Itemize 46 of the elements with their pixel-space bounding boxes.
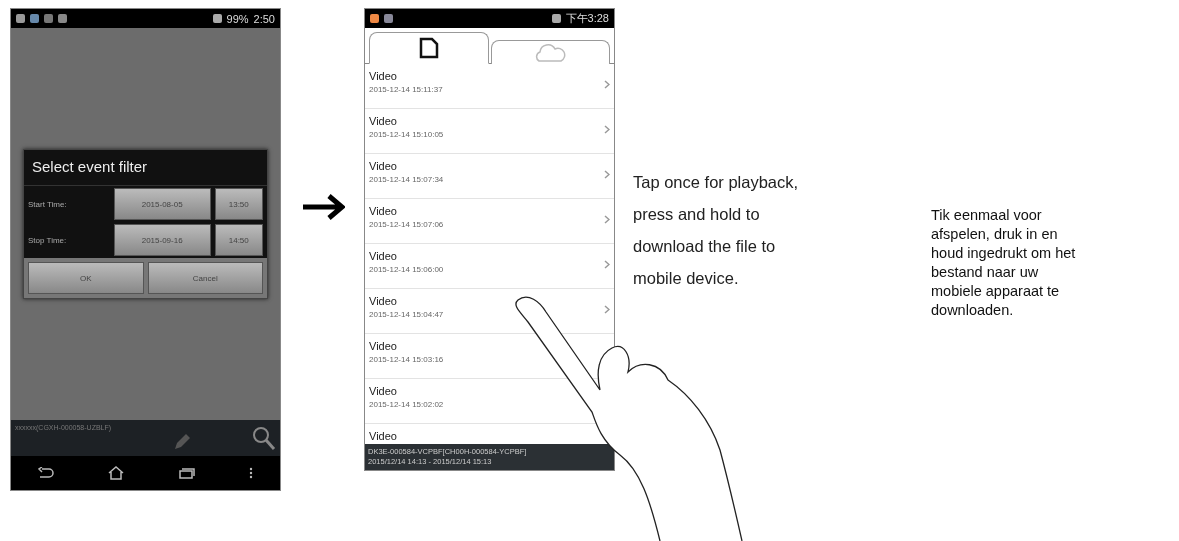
video-time: 2015-12-14 15:03:16 (369, 355, 444, 365)
recent-apps-icon[interactable] (178, 467, 195, 479)
video-title[interactable]: Video (369, 70, 443, 83)
tab[interactable] (369, 32, 489, 64)
dialog-button[interactable]: Cancel (147, 262, 263, 294)
cloud-icon (533, 42, 568, 63)
date-picker[interactable]: 2015-09-16 (113, 224, 211, 256)
right-arrow-icon (300, 193, 345, 221)
back-icon[interactable] (38, 467, 55, 479)
video-title[interactable]: Video (369, 160, 444, 173)
video-time: 2015-12-14 15:06:00 (369, 265, 444, 275)
video-title[interactable]: Video (369, 250, 444, 263)
more-icon[interactable] (248, 467, 253, 479)
instruction-text: Tik eenmaal voor afspelen, druk in en houd ingedrukt om het bestand naar uw mobiele apparaat te downloaden. (931, 206, 1077, 320)
field-label: Stop Time: (28, 235, 68, 245)
search-icon[interactable] (252, 426, 276, 452)
chevron-icon (604, 125, 610, 134)
chevron-icon (604, 80, 610, 89)
video-time: 2015-12-14 15:02:02 (369, 400, 444, 410)
dialog-title: Select event filter (24, 150, 267, 186)
video-time: 2015-12-14 15:04:47 (369, 310, 444, 320)
battery-text: 99% (226, 12, 249, 25)
video-time: 2015-12-14 15:10:05 (369, 130, 444, 140)
video-title[interactable]: Video (369, 340, 444, 353)
date-picker[interactable]: 2015-08-05 (113, 188, 211, 220)
time-picker[interactable]: 14:50 (214, 224, 263, 256)
video-time: 2015-12-14 15:11:37 (369, 85, 443, 95)
home-icon[interactable] (108, 466, 125, 480)
video-title[interactable]: Video (369, 385, 444, 398)
clock-text: 下午3:28 (565, 11, 609, 26)
video-title[interactable]: Video (369, 115, 444, 128)
clock-text: 2:50 (253, 12, 275, 25)
dialog-button[interactable]: OK (28, 262, 144, 294)
video-title[interactable]: Video (369, 205, 444, 218)
video-title[interactable]: Video (369, 295, 444, 308)
time-picker[interactable]: 13:50 (214, 188, 263, 220)
chevron-icon (604, 215, 610, 224)
chevron-icon (604, 305, 610, 314)
video-title[interactable]: Video (369, 430, 397, 443)
video-time: 2015-12-14 15:07:34 (369, 175, 444, 185)
field-label: Start Time: (28, 199, 68, 209)
sd-card-icon (418, 37, 439, 59)
instruction-text: Tap once for playback, press and hold to download the file to mobile device. (633, 172, 800, 289)
chevron-icon (604, 260, 610, 269)
chevron-icon (604, 170, 610, 179)
video-time: 2015-12-14 15:07:06 (369, 220, 444, 230)
